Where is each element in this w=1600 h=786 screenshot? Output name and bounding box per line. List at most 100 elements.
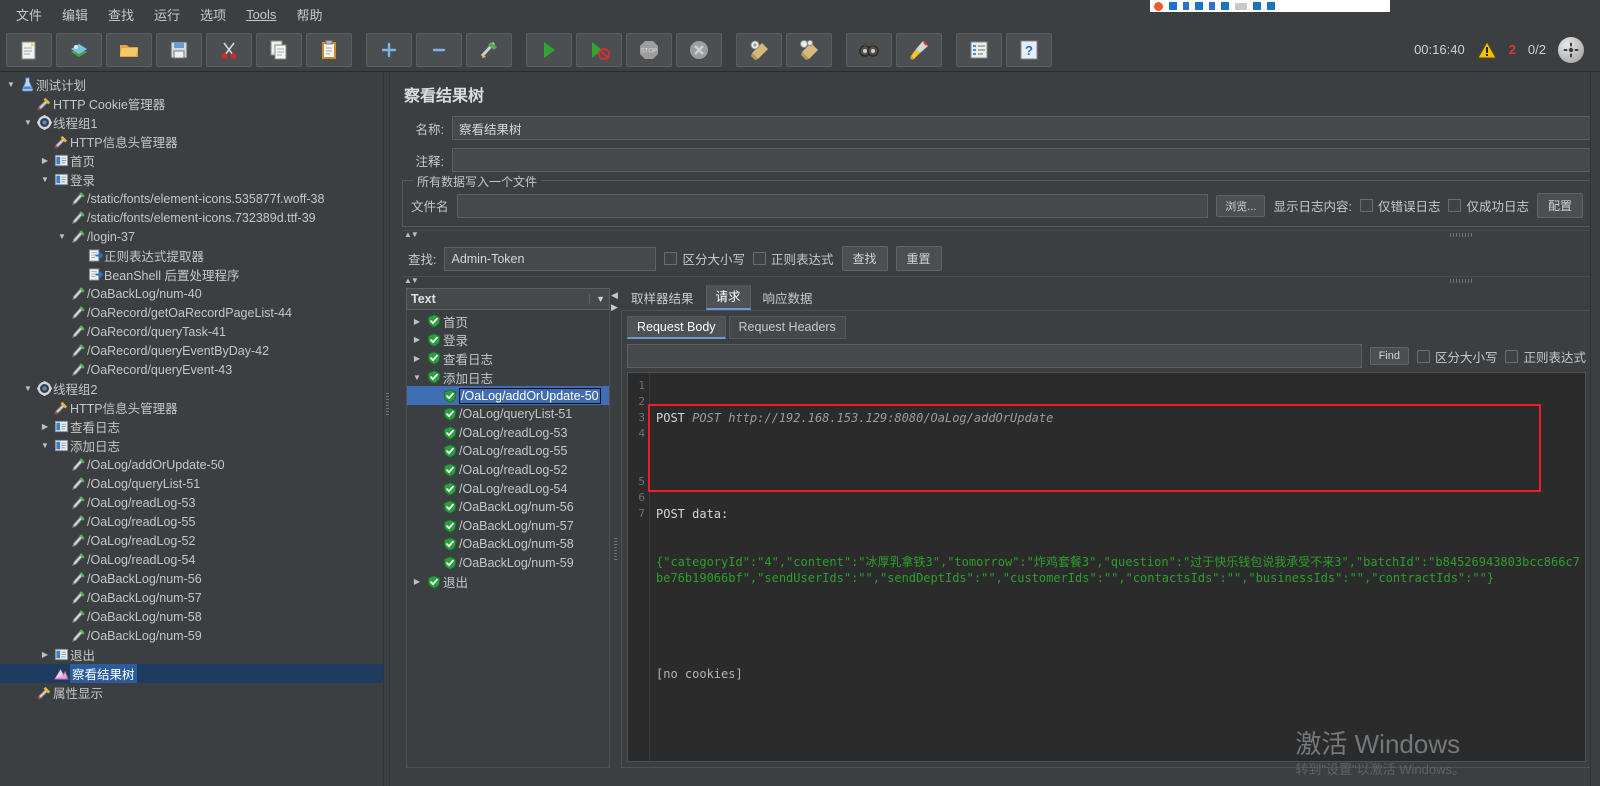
tab-sampler-result[interactable]: 取样器结果 [621, 284, 704, 310]
expand-arrow-right-icon[interactable]: ▶ [38, 422, 52, 431]
configure-button[interactable]: 配置 [1536, 193, 1583, 218]
success-only-checkbox[interactable]: 仅成功日志 [1448, 196, 1529, 215]
tree-node[interactable]: ▼ 线程组2 [0, 379, 383, 398]
tree-node[interactable]: 察看结果树 [0, 664, 383, 683]
search-case-checkbox[interactable]: 区分大小写 [664, 249, 745, 268]
tree-node[interactable]: /OaLog/addOrUpdate-50 [0, 455, 383, 474]
tab-request[interactable]: 请求 [705, 282, 751, 310]
collapse-button[interactable] [416, 32, 462, 67]
tree-node[interactable]: /OaBackLog/num-57 [0, 588, 383, 607]
search-button[interactable] [846, 32, 892, 67]
results-splitter[interactable]: ◀ ▶ [610, 288, 621, 768]
tree-node[interactable]: /OaLog/readLog-54 [0, 550, 383, 569]
toggle-button[interactable] [466, 32, 512, 67]
error-indicator-icon[interactable] [1558, 36, 1584, 63]
browse-button[interactable]: 浏览... [1216, 194, 1266, 217]
menu-options[interactable]: 选项 [190, 2, 236, 27]
body-regex-box[interactable] [1505, 349, 1519, 363]
tree-node[interactable]: ▶ 退出 [0, 645, 383, 664]
tab-response-data[interactable]: 响应数据 [752, 284, 823, 310]
result-node[interactable]: /OaLog/readLog-54 [407, 479, 609, 498]
expand-arrow-right-icon[interactable]: ▶ [38, 650, 52, 659]
body-case-box[interactable] [1416, 349, 1430, 363]
tree-panel-splitter[interactable] [383, 72, 390, 786]
tree-node[interactable]: /OaLog/readLog-55 [0, 512, 383, 531]
renderer-select[interactable]: Text ▼ [406, 288, 610, 310]
templates-button[interactable] [56, 32, 102, 67]
tree-node[interactable]: /static/fonts/element-icons.732389d.ttf-… [0, 208, 383, 227]
tree-node[interactable]: BeanShell 后置处理程序 [0, 265, 383, 284]
expand-button[interactable] [366, 32, 412, 67]
search-input[interactable] [444, 246, 657, 271]
result-node[interactable]: /OaLog/readLog-52 [407, 461, 609, 480]
tree-node[interactable]: 属性显示 [0, 683, 383, 702]
start-no-pauses-button[interactable] [576, 32, 622, 67]
body-regex-checkbox[interactable]: 正则表达式 [1505, 347, 1586, 366]
result-node[interactable]: /OaBackLog/num-59 [407, 554, 609, 573]
result-node[interactable]: ▶ 查看日志 [407, 349, 609, 368]
expand-arrow-right-icon[interactable]: ▶ [409, 335, 425, 344]
expand-arrow-right-icon[interactable]: ▶ [409, 577, 425, 586]
expand-arrow-right-icon[interactable]: ▶ [409, 354, 425, 363]
help-button[interactable]: ? [1006, 32, 1052, 67]
menu-file[interactable]: 文件 [6, 2, 52, 27]
results-tree[interactable]: ▶ 首页 ▶ 登录 ▶ 查看日志 ▼ 添加日志/OaLog/addOrUpdate-50/Oa… [406, 310, 610, 768]
body-find-button[interactable]: Find [1369, 347, 1409, 365]
tree-node[interactable]: ▶ 查看日志 [0, 417, 383, 436]
tree-node[interactable]: HTTP信息头管理器 [0, 132, 383, 151]
result-node[interactable]: /OaLog/queryList-51 [407, 405, 609, 424]
body-find-input[interactable] [627, 344, 1362, 368]
body-case-checkbox[interactable]: 区分大小写 [1416, 347, 1497, 366]
save-button[interactable] [156, 32, 202, 67]
chevron-down-icon[interactable]: ▼ [589, 294, 605, 304]
tree-node[interactable]: HTTP信息头管理器 [0, 398, 383, 417]
expand-arrow-down-icon[interactable]: ▼ [21, 118, 35, 127]
expand-arrow-right-icon[interactable]: ▶ [409, 317, 425, 326]
tree-node[interactable]: 正则表达式提取器 [0, 246, 383, 265]
result-node[interactable]: /OaBackLog/num-57 [407, 517, 609, 536]
result-node[interactable]: /OaLog/addOrUpdate-50 [407, 386, 609, 405]
tree-node[interactable]: ▼ /login-37 [0, 227, 383, 246]
splitter-arrows-icon[interactable]: ▲▼ [404, 230, 419, 239]
menu-edit[interactable]: 编辑 [52, 2, 98, 27]
result-node[interactable]: /OaBackLog/num-56 [407, 498, 609, 517]
expand-arrow-down-icon[interactable]: ▼ [38, 175, 52, 184]
open-button[interactable] [106, 32, 152, 67]
clear-all-button[interactable] [786, 32, 832, 67]
tree-node[interactable]: ▶ 首页 [0, 151, 383, 170]
subtab-request-headers[interactable]: Request Headers [728, 316, 846, 339]
right-scroll-rail[interactable] [1590, 72, 1600, 786]
subtab-request-body[interactable]: Request Body [627, 316, 726, 339]
tree-node[interactable]: ▼ 添加日志 [0, 436, 383, 455]
tree-node[interactable]: /OaBackLog/num-59 [0, 626, 383, 645]
tree-node[interactable]: HTTP Cookie管理器 [0, 94, 383, 113]
menu-tools[interactable]: Tools [236, 4, 286, 25]
tree-node[interactable]: /OaRecord/getOaRecordPageList-44 [0, 303, 383, 322]
cut-button[interactable] [206, 32, 252, 67]
collapse-right-icon[interactable]: ▶ [611, 302, 618, 313]
tree-node[interactable]: /static/fonts/element-icons.535877f.woff… [0, 189, 383, 208]
lower-splitter-arrows-icon[interactable]: ▲▼ [404, 276, 419, 285]
result-node[interactable]: ▶ 首页 [407, 312, 609, 331]
tree-node[interactable]: /OaLog/readLog-52 [0, 531, 383, 550]
upper-splitter[interactable]: ▲▼ [402, 230, 1592, 239]
request-body-text[interactable]: POST POST http://192.168.153.129:8080/Oa… [650, 373, 1585, 761]
search-case-box[interactable] [664, 252, 678, 265]
collapse-left-icon[interactable]: ◀ [611, 290, 618, 301]
request-body-code[interactable]: 1 2 3 4 5 6 7 POST POST http://192.168.153.129… [627, 372, 1586, 762]
result-node[interactable]: /OaLog/readLog-55 [407, 442, 609, 461]
name-input[interactable] [452, 116, 1596, 140]
search-regex-box[interactable] [753, 252, 766, 265]
filename-input[interactable] [456, 193, 1209, 218]
tree-node[interactable]: /OaBackLog/num-56 [0, 569, 383, 588]
search-regex-checkbox[interactable]: 正则表达式 [753, 249, 834, 268]
start-button[interactable] [526, 32, 572, 67]
expand-arrow-down-icon[interactable]: ▼ [409, 373, 425, 382]
menu-search[interactable]: 查找 [98, 2, 144, 27]
clear-button[interactable] [736, 32, 782, 67]
test-plan-tree[interactable]: ▼ 测试计划 HTTP Cookie管理器 ▼ 线程组1 HTTP信息头管理器 ▶ 首页 ▼ 登录… [0, 72, 383, 786]
find-button[interactable]: 查找 [841, 246, 888, 271]
shutdown-button[interactable] [676, 32, 722, 67]
menu-run[interactable]: 运行 [144, 2, 190, 27]
splitter-grip[interactable] [1450, 233, 1472, 237]
